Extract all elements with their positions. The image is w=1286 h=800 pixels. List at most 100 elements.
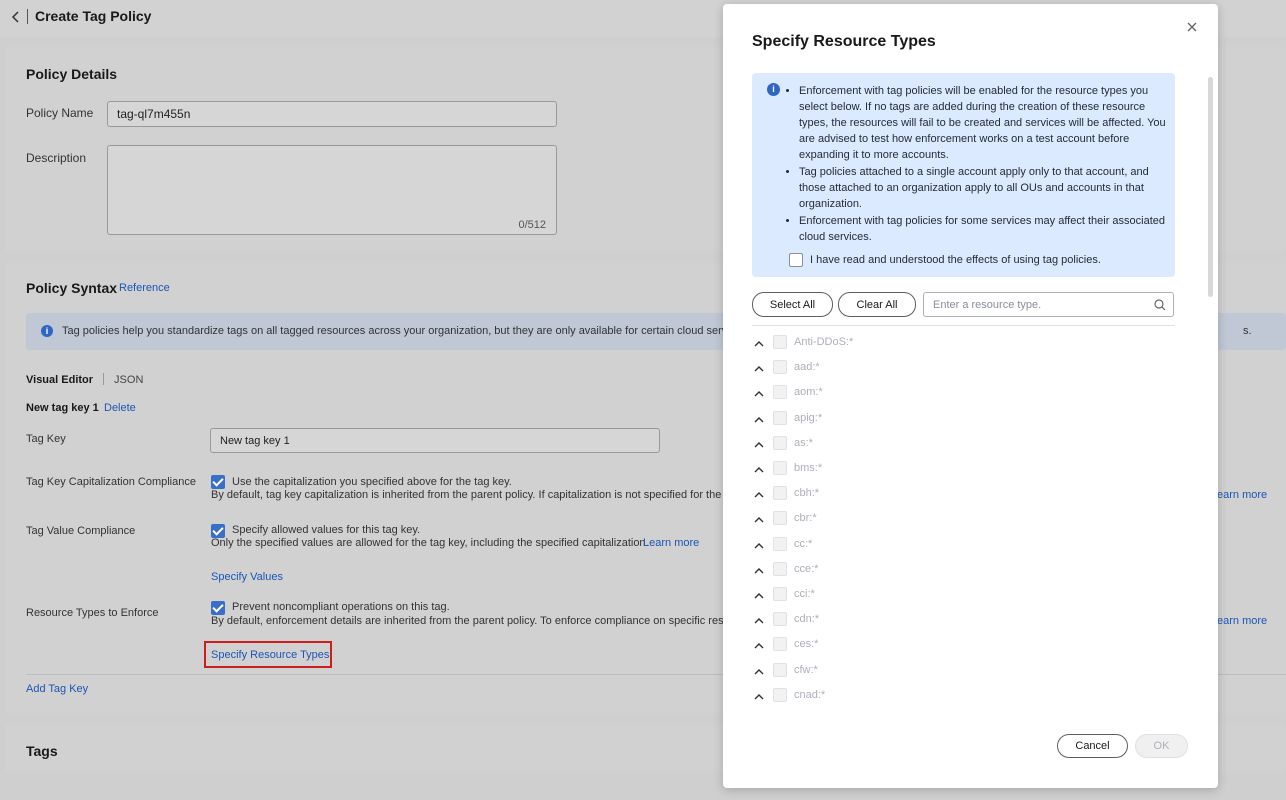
tag-value-checkbox[interactable] bbox=[211, 524, 225, 538]
resource-type-checkbox[interactable] bbox=[773, 410, 787, 425]
resource-type-checkbox[interactable] bbox=[773, 461, 787, 475]
resource-type-row[interactable]: cce:* bbox=[752, 560, 1175, 580]
tag-key-heading: New tag key 1 bbox=[26, 402, 99, 414]
resource-type-checkbox[interactable] bbox=[773, 335, 787, 349]
chevron-up-icon[interactable] bbox=[754, 614, 764, 624]
resource-type-row[interactable]: as:* bbox=[752, 434, 1175, 454]
tag-value-learn-more-link[interactable]: Learn more bbox=[643, 537, 699, 549]
capitalization-checkbox[interactable] bbox=[211, 475, 225, 489]
resource-search-input[interactable]: Enter a resource type. bbox=[923, 292, 1174, 317]
resource-type-label: cnad:* bbox=[794, 688, 826, 701]
resource-type-row[interactable]: cdn:* bbox=[752, 610, 1175, 630]
chevron-up-icon[interactable] bbox=[754, 413, 764, 423]
chevron-up-icon[interactable] bbox=[754, 387, 764, 397]
chevron-up-icon[interactable] bbox=[754, 438, 764, 448]
resource-type-row[interactable]: cbr:* bbox=[752, 509, 1175, 529]
close-icon[interactable] bbox=[1184, 19, 1200, 35]
resource-type-label: as:* bbox=[794, 436, 813, 449]
resource-type-checkbox[interactable] bbox=[773, 662, 787, 677]
tag-value-label: Tag Value Compliance bbox=[26, 525, 136, 537]
resource-type-row[interactable]: cfw:* bbox=[752, 661, 1175, 681]
resource-type-checkbox[interactable] bbox=[773, 486, 787, 501]
resource-type-label: cfw:* bbox=[794, 663, 818, 676]
resource-type-row[interactable]: cc:* bbox=[752, 535, 1175, 555]
resource-type-checkbox[interactable] bbox=[773, 637, 787, 652]
resource-type-row[interactable]: aom:* bbox=[752, 383, 1175, 403]
resource-type-checkbox[interactable] bbox=[773, 511, 787, 526]
resource-type-checkbox[interactable] bbox=[773, 536, 787, 551]
capitalization-label: Tag Key Capitalization Compliance bbox=[26, 476, 196, 488]
resource-type-label: cbr:* bbox=[794, 512, 817, 525]
chevron-up-icon[interactable] bbox=[754, 639, 764, 649]
resource-type-checkbox[interactable] bbox=[773, 587, 787, 601]
info-banner-text: Tag policies help you standardize tags o… bbox=[62, 325, 736, 337]
resource-types-label: Resource Types to Enforce bbox=[26, 607, 159, 619]
enforce-checkbox[interactable] bbox=[211, 601, 225, 615]
specify-values-link[interactable]: Specify Values bbox=[211, 571, 283, 583]
back-arrow-icon[interactable] bbox=[9, 9, 23, 25]
tab-visual-editor[interactable]: Visual Editor bbox=[26, 374, 93, 386]
notice-item: Tag policies attached to a single accoun… bbox=[799, 164, 1169, 212]
clear-all-button[interactable]: Clear All bbox=[838, 292, 916, 317]
tag-value-check-label: Specify allowed values for this tag key. bbox=[232, 524, 421, 536]
tag-key-input[interactable]: New tag key 1 bbox=[210, 428, 660, 453]
delete-tag-key-link[interactable]: Delete bbox=[104, 402, 136, 414]
chevron-up-icon[interactable] bbox=[754, 488, 764, 498]
add-tag-key-link[interactable]: Add Tag Key bbox=[26, 683, 88, 695]
info-banner-text-end: s. bbox=[1243, 325, 1252, 337]
resource-type-checkbox[interactable] bbox=[773, 360, 787, 375]
resource-type-label: aom:* bbox=[794, 386, 823, 399]
scrollbar[interactable] bbox=[1208, 77, 1213, 297]
resource-type-row[interactable]: Anti-DDoS:* bbox=[752, 333, 1175, 353]
policy-name-value: tag-ql7m455n bbox=[117, 107, 191, 121]
resource-type-checkbox[interactable] bbox=[773, 385, 787, 400]
resource-type-row[interactable]: apig:* bbox=[752, 409, 1175, 429]
resource-type-checkbox[interactable] bbox=[773, 687, 787, 702]
notice-item: Enforcement with tag policies for some s… bbox=[799, 213, 1169, 245]
enforce-check-label: Prevent noncompliant operations on this … bbox=[232, 601, 450, 613]
chevron-up-icon[interactable] bbox=[754, 337, 764, 347]
enforce-learn-more-link[interactable]: earn more bbox=[1217, 615, 1267, 627]
page-title: Create Tag Policy bbox=[35, 8, 152, 24]
tag-key-value: New tag key 1 bbox=[220, 434, 290, 447]
resource-type-checkbox[interactable] bbox=[773, 561, 787, 576]
resource-type-label: cce:* bbox=[794, 562, 819, 575]
cancel-button[interactable]: Cancel bbox=[1057, 734, 1128, 758]
policy-details-title: Policy Details bbox=[26, 66, 118, 82]
chevron-up-icon[interactable] bbox=[754, 665, 764, 675]
resource-type-row[interactable]: cci:* bbox=[752, 585, 1175, 605]
resource-type-checkbox[interactable] bbox=[773, 612, 787, 627]
resource-type-row[interactable]: aad:* bbox=[752, 358, 1175, 378]
chevron-up-icon[interactable] bbox=[754, 362, 764, 372]
search-icon[interactable] bbox=[1154, 299, 1166, 311]
resource-type-checkbox[interactable] bbox=[773, 435, 787, 450]
capitalization-learn-more-link[interactable]: earn more bbox=[1217, 489, 1267, 501]
enforce-description: By default, enforcement details are inhe… bbox=[211, 615, 736, 627]
policy-name-label: Policy Name bbox=[26, 106, 94, 120]
ok-button[interactable]: OK bbox=[1135, 734, 1188, 758]
resource-type-label: cdn:* bbox=[794, 613, 820, 626]
select-all-button[interactable]: Select All bbox=[752, 292, 833, 317]
chevron-up-icon[interactable] bbox=[754, 513, 764, 523]
specify-resource-types-dialog: Specify Resource Types i Enforcement wit… bbox=[723, 4, 1218, 788]
description-counter: 0/512 bbox=[518, 219, 546, 231]
acknowledge-checkbox[interactable] bbox=[789, 253, 803, 267]
resource-type-row[interactable]: cbh:* bbox=[752, 484, 1175, 504]
reference-link[interactable]: Reference bbox=[119, 282, 170, 294]
chevron-up-icon[interactable] bbox=[754, 690, 764, 700]
policy-name-input[interactable]: tag-ql7m455n bbox=[107, 101, 557, 127]
resource-type-row[interactable]: ces:* bbox=[752, 635, 1175, 655]
resource-type-row[interactable]: bms:* bbox=[752, 459, 1175, 479]
description-textarea[interactable]: 0/512 bbox=[107, 145, 557, 235]
specify-resource-types-link[interactable]: Specify Resource Types bbox=[211, 649, 329, 661]
resource-type-row[interactable]: cnad:* bbox=[752, 686, 1175, 706]
title-divider bbox=[27, 9, 28, 24]
chevron-up-icon[interactable] bbox=[754, 564, 764, 574]
dialog-title: Specify Resource Types bbox=[752, 33, 936, 50]
chevron-up-icon[interactable] bbox=[754, 539, 764, 549]
tab-json[interactable]: JSON bbox=[114, 374, 143, 386]
chevron-up-icon[interactable] bbox=[754, 589, 764, 599]
tag-value-description: Only the specified values are allowed fo… bbox=[211, 537, 649, 549]
chevron-up-icon[interactable] bbox=[754, 463, 764, 473]
resource-type-label: ces:* bbox=[794, 638, 819, 651]
